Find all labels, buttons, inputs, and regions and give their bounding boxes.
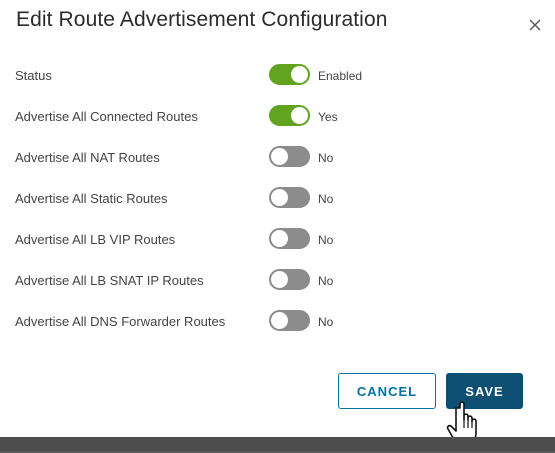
setting-row-static: Advertise All Static Routes No: [0, 185, 555, 213]
nat-routes-toggle[interactable]: [269, 146, 310, 167]
setting-value: No: [318, 315, 334, 329]
setting-label: Advertise All Connected Routes: [15, 109, 198, 124]
toggle-knob: [271, 312, 288, 329]
setting-row-status: Status Enabled: [0, 62, 555, 90]
status-toggle[interactable]: [269, 64, 310, 85]
setting-row-connected: Advertise All Connected Routes Yes: [0, 103, 555, 131]
setting-value: No: [318, 192, 334, 206]
toggle-knob: [271, 230, 288, 247]
lb-snat-routes-toggle[interactable]: [269, 269, 310, 290]
setting-label: Status: [15, 68, 52, 83]
setting-value: Enabled: [318, 69, 363, 83]
toggle-knob: [271, 271, 288, 288]
setting-value: Yes: [318, 110, 338, 124]
setting-row-lb-vip: Advertise All LB VIP Routes No: [0, 226, 555, 254]
cancel-button[interactable]: CANCEL: [338, 373, 436, 409]
setting-label: Advertise All LB SNAT IP Routes: [15, 273, 204, 288]
setting-value: No: [318, 274, 334, 288]
save-button[interactable]: SAVE: [446, 373, 523, 409]
setting-label: Advertise All Static Routes: [15, 191, 168, 206]
edit-route-advertisement-dialog: Edit Route Advertisement Configuration S…: [0, 0, 555, 445]
setting-row-nat: Advertise All NAT Routes No: [0, 144, 555, 172]
lb-vip-routes-toggle[interactable]: [269, 228, 310, 249]
setting-value: No: [318, 151, 334, 165]
close-icon[interactable]: [527, 17, 543, 33]
toggle-knob: [291, 66, 308, 83]
static-routes-toggle[interactable]: [269, 187, 310, 208]
setting-label: Advertise All NAT Routes: [15, 150, 160, 165]
setting-row-lb-snat: Advertise All LB SNAT IP Routes No: [0, 267, 555, 295]
setting-value: No: [318, 233, 334, 247]
dns-forwarder-routes-toggle[interactable]: [269, 310, 310, 331]
toggle-knob: [271, 148, 288, 165]
toggle-knob: [271, 189, 288, 206]
dialog-title: Edit Route Advertisement Configuration: [16, 8, 388, 31]
setting-label: Advertise All DNS Forwarder Routes: [15, 314, 226, 329]
toggle-knob: [291, 107, 308, 124]
setting-row-dns-forwarder: Advertise All DNS Forwarder Routes No: [0, 308, 555, 336]
background-page-strip: [0, 437, 555, 451]
setting-label: Advertise All LB VIP Routes: [15, 232, 176, 247]
connected-routes-toggle[interactable]: [269, 105, 310, 126]
